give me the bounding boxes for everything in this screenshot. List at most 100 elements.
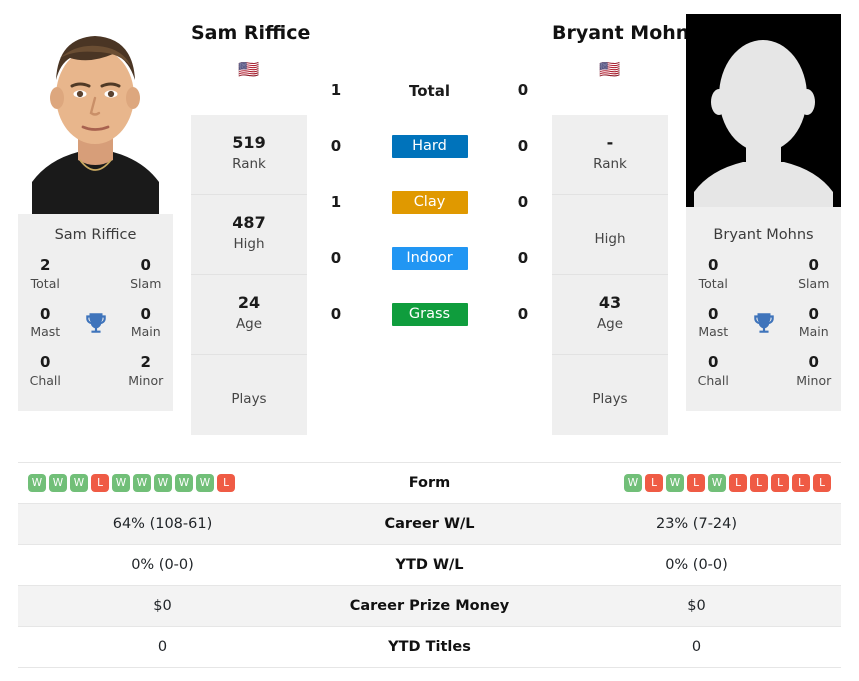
head-to-head-panel: 1 Total 0 0 Hard 0 1 Clay 0 0 Indoor 0 0… <box>313 14 546 342</box>
form-badge-loss[interactable]: L <box>792 474 810 492</box>
right-titles-minor-value: 0 <box>808 353 819 371</box>
h2h-clay-right: 0 <box>517 193 529 211</box>
form-badge-win[interactable]: W <box>154 474 172 492</box>
right-card-player-name: Bryant Mohns <box>713 227 814 243</box>
form-badge-loss[interactable]: L <box>813 474 831 492</box>
right-titles-mast-label: Mast <box>698 324 729 340</box>
h2h-hard-left: 0 <box>330 137 342 155</box>
surface-badge-grass[interactable]: Grass <box>391 302 468 326</box>
form-badge-win[interactable]: W <box>28 474 46 492</box>
form-badge-loss[interactable]: L <box>687 474 705 492</box>
form-badge-win[interactable]: W <box>666 474 684 492</box>
right-titles-minor-label: Minor <box>796 372 832 388</box>
table-row-label-ytd-wl: YTD W/L <box>395 557 464 573</box>
table-row-label-ytd-titles: YTD Titles <box>388 639 471 655</box>
right-titles-total: 0 Total <box>686 253 741 300</box>
table-row-label-form: Form <box>408 475 451 491</box>
right-titles-chall: 0 Chall <box>686 350 741 397</box>
left-stat-rank-value: 519 <box>232 133 266 153</box>
right-titles-total-value: 0 <box>708 256 719 274</box>
comparison-table-wrap: WWWLWWWWWL Form WLWLWLLLLL 64% (108-61) … <box>0 462 859 668</box>
table-row-ytd-titles: 0 YTD Titles 0 <box>18 626 841 668</box>
left-titles-chall: 0 Chall <box>18 350 73 397</box>
right-titles-slam: 0 Slam <box>787 253 842 300</box>
right-titles-minor: 0 Minor <box>787 350 842 397</box>
right-titles-slam-label: Slam <box>798 275 830 291</box>
left-career-prize-money-value: $0 <box>153 598 172 614</box>
h2h-total-right: 0 <box>517 81 529 99</box>
right-stat-age-value: 43 <box>598 293 622 313</box>
right-titles-slam-value: 0 <box>808 256 819 274</box>
form-badge-loss[interactable]: L <box>750 474 768 492</box>
right-stat-rank: - Rank <box>552 115 668 195</box>
player-comparison-page: Sam Riffice 2 Total 0 Slam 0 Mast 0 Main… <box>0 0 859 681</box>
left-titles-total-value: 2 <box>40 256 51 274</box>
right-player-card: Bryant Mohns 0 Total 0 Slam 0 Mast 0 Mai… <box>686 14 841 411</box>
left-titles-minor-label: Minor <box>128 372 164 388</box>
left-stat-rank-label: Rank <box>232 155 266 172</box>
right-titles-main: 0 Main <box>787 302 842 349</box>
left-form-list: WWWLWWWWWL <box>28 474 235 492</box>
left-titles-minor-value: 2 <box>140 353 151 371</box>
h2h-indoor-right: 0 <box>517 249 529 267</box>
right-career-wl-value: 23% (7-24) <box>655 516 738 532</box>
left-stat-stack: 519 Rank 487 High 24 Age Plays <box>191 114 307 435</box>
left-ytd-wl-value: 0% (0-0) <box>131 557 194 573</box>
comparison-top-area: Sam Riffice 2 Total 0 Slam 0 Mast 0 Main… <box>0 0 859 462</box>
table-row-form: WWWLWWWWWL Form WLWLWLLLLL <box>18 462 841 504</box>
left-titles-mast: 0 Mast <box>18 302 73 349</box>
left-titles-mast-value: 0 <box>40 304 51 323</box>
form-badge-win[interactable]: W <box>70 474 88 492</box>
left-titles-minor: 2 Minor <box>119 350 174 397</box>
form-badge-loss[interactable]: L <box>645 474 663 492</box>
left-titles-slam: 0 Slam <box>119 253 174 300</box>
table-row-ytd-wl: 0% (0-0) YTD W/L 0% (0-0) <box>18 544 841 586</box>
right-ytd-titles-value: 0 <box>691 639 702 655</box>
left-stat-plays: Plays <box>191 355 307 435</box>
left-titles-total: 2 Total <box>18 253 73 300</box>
left-stat-age: 24 Age <box>191 275 307 355</box>
h2h-total-left: 1 <box>330 81 342 99</box>
form-badge-win[interactable]: W <box>175 474 193 492</box>
right-player-flag-icon: 🇺🇸 <box>599 59 621 80</box>
right-form-cell: WLWLWLLLLL <box>552 463 841 504</box>
left-stat-age-value: 24 <box>237 293 261 313</box>
trophy-icon <box>741 307 787 342</box>
h2h-row-total: 1 Total 0 <box>313 62 546 118</box>
right-career-prize-money-value: $0 <box>687 598 706 614</box>
form-badge-loss[interactable]: L <box>771 474 789 492</box>
left-stat-high-label: High <box>233 235 265 252</box>
h2h-row-indoor: 0 Indoor 0 <box>313 230 546 286</box>
form-badge-loss[interactable]: L <box>91 474 109 492</box>
right-player-name[interactable]: Bryant Mohns <box>552 22 701 45</box>
form-badge-win[interactable]: W <box>49 474 67 492</box>
form-badge-loss[interactable]: L <box>729 474 747 492</box>
table-row-career-wl: 64% (108-61) Career W/L 23% (7-24) <box>18 503 841 545</box>
surface-badge-clay[interactable]: Clay <box>391 190 468 214</box>
form-badge-win[interactable]: W <box>708 474 726 492</box>
form-badge-win[interactable]: W <box>112 474 130 492</box>
left-stat-high-value: 487 <box>232 213 266 233</box>
left-player-name[interactable]: Sam Riffice <box>191 22 310 45</box>
right-player-summary: Bryant Mohns 🇺🇸 - Rank High 43 Age Plays <box>546 14 701 435</box>
right-stat-age-label: Age <box>596 315 624 332</box>
table-row-label-career-prize-money: Career Prize Money <box>349 598 510 614</box>
right-stat-age: 43 Age <box>552 275 668 355</box>
form-badge-loss[interactable]: L <box>217 474 235 492</box>
right-titles-main-label: Main <box>798 324 829 340</box>
left-titles-slam-value: 0 <box>140 256 151 274</box>
left-titles-card: Sam Riffice 2 Total 0 Slam 0 Mast 0 Main… <box>18 214 173 411</box>
form-badge-win[interactable]: W <box>624 474 642 492</box>
form-badge-win[interactable]: W <box>133 474 151 492</box>
h2h-row-grass: 0 Grass 0 <box>313 286 546 342</box>
left-player-photo <box>18 14 173 214</box>
right-titles-card: Bryant Mohns 0 Total 0 Slam 0 Mast 0 Mai… <box>686 214 841 411</box>
right-stat-plays: Plays <box>552 355 668 435</box>
surface-badge-hard[interactable]: Hard <box>391 134 468 158</box>
left-player-flag-icon: 🇺🇸 <box>238 59 260 80</box>
left-card-player-name: Sam Riffice <box>54 227 137 243</box>
left-titles-main: 0 Main <box>119 302 174 349</box>
form-badge-win[interactable]: W <box>196 474 214 492</box>
left-career-wl-value: 64% (108-61) <box>112 516 213 532</box>
surface-badge-indoor[interactable]: Indoor <box>391 246 468 270</box>
